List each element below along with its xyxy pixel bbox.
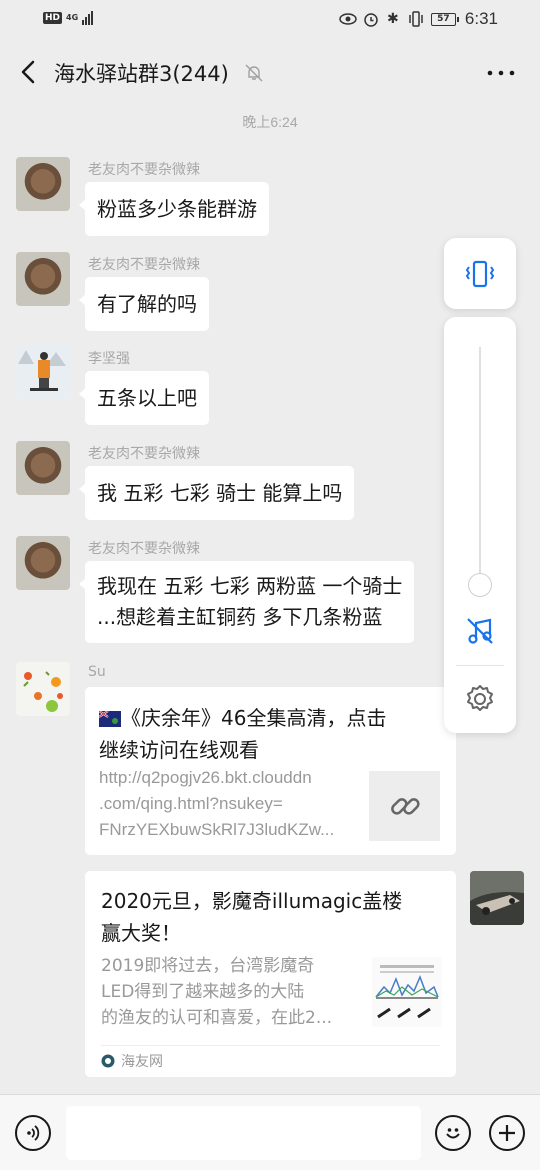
article-desc: LED得到了越来越多的大陆: [101, 982, 305, 1002]
sender-name: 老友肉不要杂微辣: [88, 446, 200, 462]
clock: 6:31: [464, 9, 498, 28]
plus-icon: [499, 1125, 515, 1141]
status-bar: HD 4G ✱ 57 6:31: [0, 0, 540, 40]
sender-name: 李坚强: [88, 351, 130, 367]
link-icon: [390, 798, 420, 815]
battery-level: 57: [430, 12, 456, 26]
link-url: FNrzYEXbuwSkRl7J3ludKZw...: [99, 820, 335, 839]
volume-panel: [444, 317, 516, 733]
source-name: 海友网: [121, 1054, 163, 1070]
chat-title: 海水驿站群3(244): [54, 62, 229, 86]
avatar[interactable]: [16, 157, 70, 211]
more-options-icon[interactable]: [486, 62, 516, 84]
vibrate-icon: [409, 11, 423, 27]
article-desc: 的渔友的认可和喜爱，在此2...: [101, 1008, 333, 1028]
chat-header: 海水驿站群3(244): [0, 44, 540, 102]
link-thumbnail: [369, 771, 440, 841]
message-timestamp: 晚上6:24: [242, 114, 298, 130]
avatar[interactable]: [16, 441, 70, 495]
message-input[interactable]: [66, 1106, 421, 1160]
article-card[interactable]: 2020元旦，影魔奇illumagic盖楼 赢大奖！ 2019即将过去，台湾影魔…: [85, 871, 456, 1077]
flag-icon: [98, 710, 121, 727]
message-bubble[interactable]: 我 五彩 七彩 骑士 能算上吗: [78, 466, 355, 520]
message-bubble[interactable]: 有了解的吗: [79, 277, 209, 331]
settings-gear-icon[interactable]: [464, 683, 496, 715]
mute-bell-icon: [245, 64, 263, 82]
sender-name: 老友肉不要杂微辣: [88, 257, 200, 273]
link-url: .com/qing.html?nsukey=: [99, 794, 283, 813]
network-status: HD 4G: [43, 11, 94, 25]
message-bubble[interactable]: 我现在 五彩 七彩 两粉蓝 一个骑士 ...想趁着主缸铜药 多下几条粉蓝: [78, 561, 415, 643]
emoji-icon: [446, 1128, 460, 1139]
volume-track[interactable]: [479, 347, 481, 587]
message-line: ...想趁着主缸铜药 多下几条粉蓝: [97, 605, 383, 629]
avatar[interactable]: [16, 662, 70, 716]
sender-name: Su: [88, 664, 106, 680]
my-avatar[interactable]: [470, 871, 524, 925]
network-type: 4G: [66, 13, 79, 22]
link-url: http://q2pogjv26.bkt.clouddn: [99, 768, 312, 787]
battery-icon: 57: [430, 12, 459, 26]
hd-badge: HD: [43, 12, 63, 24]
add-more-button[interactable]: [489, 1115, 525, 1151]
input-bar: [0, 1094, 540, 1170]
volume-slider-knob[interactable]: [468, 573, 492, 597]
signal-icon: [82, 11, 94, 25]
link-card[interactable]: 《庆余年》46全集高清，点击 继续访问在线观看 http://q2pogjv26…: [85, 687, 456, 855]
message-bubble[interactable]: 粉蓝多少条能群游: [79, 182, 269, 236]
article-thumbnail: [372, 957, 442, 1027]
sender-name: 老友肉不要杂微辣: [88, 162, 200, 178]
emoji-button[interactable]: [435, 1115, 471, 1151]
avatar[interactable]: [16, 536, 70, 590]
link-title: 《庆余年》46全集高清，点击: [121, 706, 387, 730]
article-title-line2: 赢大奖！: [101, 921, 181, 945]
sender-name: 老友肉不要杂微辣: [88, 541, 200, 557]
eye-icon: [339, 13, 357, 25]
source-logo-icon: [101, 1054, 115, 1068]
voice-input-button[interactable]: [15, 1115, 51, 1151]
avatar[interactable]: [16, 252, 70, 306]
alarm-icon: [364, 13, 378, 27]
message-bubble[interactable]: 五条以上吧: [79, 371, 209, 425]
avatar[interactable]: [16, 346, 70, 400]
message-line: 我现在 五彩 七彩 两粉蓝 一个骑士: [97, 574, 403, 598]
music-muted-icon[interactable]: [464, 615, 496, 647]
ringer-mode-button[interactable]: [444, 238, 516, 309]
article-title: 2020元旦，影魔奇illumagic盖楼: [101, 889, 403, 913]
article-source: 海友网: [101, 1051, 163, 1071]
back-arrow-icon[interactable]: [14, 56, 44, 88]
bluetooth-icon: ✱: [387, 11, 399, 27]
voice-icon: [27, 1125, 40, 1141]
card-divider: [101, 1045, 440, 1046]
article-desc: 2019即将过去，台湾影魔奇: [101, 956, 315, 976]
vibrate-mode-icon: [465, 260, 495, 287]
link-title-line2: 继续访问在线观看: [99, 738, 259, 762]
